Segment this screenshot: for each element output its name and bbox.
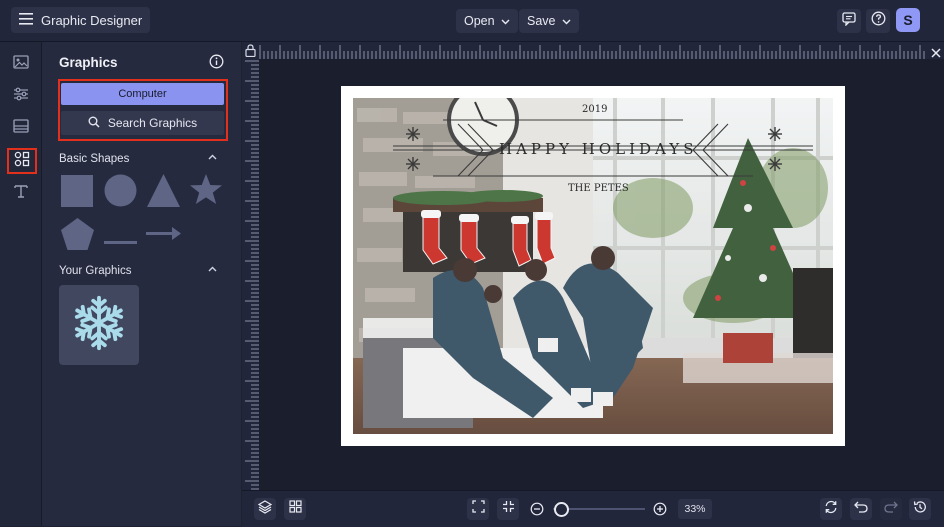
app-menu-button[interactable]: Graphic Designer — [11, 7, 151, 33]
zoom-out-icon[interactable] — [530, 502, 544, 521]
close-icon — [931, 45, 941, 63]
help-icon — [871, 11, 886, 31]
horizontal-ruler — [258, 42, 928, 59]
card-greeting[interactable]: HAPPY HOLIDAYS — [499, 140, 697, 158]
tool-rail — [0, 42, 42, 526]
rail-layout-button[interactable] — [8, 115, 34, 141]
snowflake-icon — [70, 294, 128, 357]
rail-graphics-button[interactable] — [7, 148, 37, 174]
your-graphics-heading: Your Graphics — [59, 265, 132, 277]
rail-photo-button[interactable] — [8, 51, 34, 77]
redo-icon — [884, 500, 898, 518]
open-menu-button[interactable]: Open — [456, 9, 518, 33]
pentagon-shape[interactable] — [61, 218, 94, 255]
undo-button[interactable] — [850, 498, 872, 520]
grid-button[interactable] — [284, 498, 306, 520]
search-icon — [88, 116, 100, 131]
star-shape[interactable] — [189, 173, 223, 212]
undo-icon — [854, 500, 868, 518]
shrink-icon — [502, 500, 515, 518]
history-button[interactable] — [909, 498, 931, 520]
info-icon[interactable] — [209, 54, 224, 74]
redo-button[interactable] — [880, 498, 902, 520]
comment-button[interactable] — [837, 9, 861, 33]
top-bar: Graphic Designer Open Save S — [0, 0, 944, 42]
grid-icon — [288, 500, 302, 518]
vertical-ruler — [242, 59, 259, 490]
holiday-photo[interactable]: 2019 HAPPY HOLIDAYS THE PETES — [353, 98, 833, 434]
rail-text-button[interactable] — [8, 180, 34, 206]
chevron-up-icon[interactable] — [208, 152, 217, 163]
text-icon — [13, 183, 29, 204]
history-icon — [913, 500, 927, 519]
line-shape[interactable] — [104, 232, 137, 250]
zoom-slider-thumb[interactable] — [554, 502, 569, 517]
computer-upload-button[interactable]: Computer — [61, 83, 224, 105]
image-icon — [13, 54, 29, 74]
chevron-down-icon — [501, 14, 510, 28]
zoom-in-icon[interactable] — [653, 502, 667, 521]
search-graphics-button[interactable]: Search Graphics — [61, 111, 224, 135]
arrow-shape[interactable] — [146, 227, 181, 245]
comment-icon — [842, 11, 856, 31]
user-avatar[interactable]: S — [896, 8, 920, 32]
close-ruler-button[interactable] — [928, 42, 944, 59]
basic-shapes-heading: Basic Shapes — [59, 153, 130, 165]
chevron-down-icon — [562, 14, 571, 28]
layout-icon — [13, 118, 29, 138]
square-shape[interactable] — [61, 175, 93, 212]
app-title: Graphic Designer — [41, 12, 143, 28]
actual-size-button[interactable] — [497, 498, 519, 520]
layers-icon — [257, 499, 273, 519]
circle-shape[interactable] — [104, 174, 137, 212]
refresh-icon — [824, 500, 838, 519]
help-button[interactable] — [866, 9, 890, 33]
snowflake-graphic-tile[interactable] — [59, 285, 139, 365]
bottom-toolbar: 33% — [242, 490, 944, 527]
search-graphics-label: Search Graphics — [107, 116, 198, 130]
save-menu-button[interactable]: Save — [519, 9, 579, 33]
expand-icon — [471, 500, 485, 518]
fit-screen-button[interactable] — [467, 498, 489, 520]
rail-adjust-button[interactable] — [8, 83, 34, 109]
card-signature[interactable]: THE PETES — [568, 183, 629, 194]
shapes-icon — [14, 151, 30, 172]
ruler-lock[interactable] — [242, 42, 258, 59]
panel-title: Graphics — [59, 55, 118, 70]
save-label: Save — [527, 14, 556, 28]
triangle-shape[interactable] — [147, 174, 180, 212]
open-label: Open — [464, 14, 495, 28]
card-year[interactable]: 2019 — [582, 104, 607, 115]
zoom-value[interactable]: 33% — [678, 499, 712, 519]
graphics-panel: Graphics Computer Search Graphics Basic … — [42, 42, 241, 526]
hamburger-icon — [19, 12, 33, 28]
layers-button[interactable] — [254, 498, 276, 520]
refresh-button[interactable] — [820, 498, 842, 520]
chevron-up-icon[interactable] — [208, 264, 217, 275]
sliders-icon — [13, 87, 29, 106]
